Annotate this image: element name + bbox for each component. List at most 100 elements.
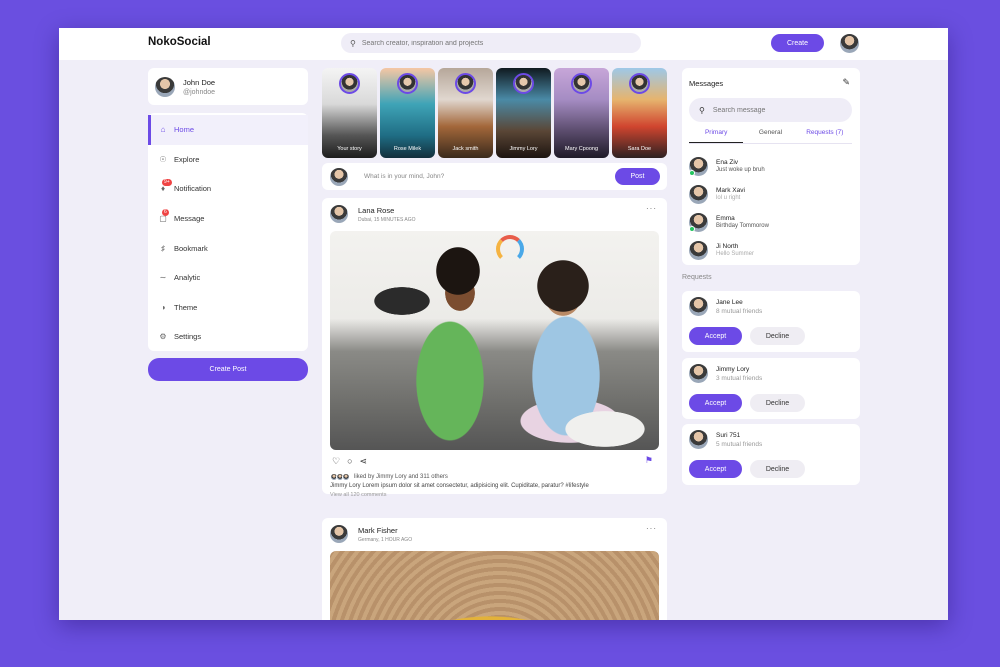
create-button[interactable]: Create [771, 34, 824, 52]
more-options-icon[interactable]: ··· [646, 204, 657, 213]
accept-button[interactable]: Accept [689, 327, 742, 345]
feed-post: Lana Rose Dubai, 15 MINUTES AGO ··· ♡ ○ … [322, 198, 667, 498]
story-label: Rose Milek [393, 146, 422, 152]
story-label: Your story [337, 146, 362, 152]
post-author[interactable]: Mark Fisher [358, 526, 412, 535]
story-card[interactable]: Mary Cpoong [554, 68, 609, 158]
message-item[interactable]: Ena Ziv Just woke up bruh [689, 152, 852, 180]
sidebar-item-settings[interactable]: ⚙ Settings [148, 322, 308, 352]
online-indicator [689, 169, 695, 176]
decline-button[interactable]: Decline [750, 394, 805, 412]
request-info: Jimmy Lory 3 mutual friends [689, 364, 762, 383]
story-label: Mary Cpoong [564, 146, 599, 152]
post-button[interactable]: Post [615, 168, 660, 185]
compose-box: What is in your mind, John? Post [322, 163, 667, 190]
post-header: Lana Rose Dubai, 15 MINUTES AGO [330, 205, 416, 223]
request-avatar[interactable] [689, 297, 708, 316]
search-bar[interactable]: ⚲ [341, 33, 641, 53]
messages-panel: Messages ✎ ⚲ Primary General Requests (7… [682, 68, 860, 265]
message-sender: Mark Xavi [716, 187, 745, 194]
sidebar-item-label: Explore [174, 154, 200, 164]
accept-button[interactable]: Accept [689, 460, 742, 478]
tab-primary[interactable]: Primary [689, 129, 744, 143]
post-author-avatar[interactable] [330, 525, 348, 543]
user-avatar[interactable] [840, 34, 859, 53]
sidebar-item-theme[interactable]: ◑ Theme [148, 293, 308, 323]
friend-request-card: Jimmy Lory 3 mutual friends Accept Declin… [682, 358, 860, 419]
logo[interactable]: NokoSocial [148, 36, 211, 48]
tab-requests[interactable]: Requests (7) [798, 129, 852, 143]
requests-title: Requests [682, 274, 712, 281]
home-icon: ⌂ [160, 125, 166, 135]
message-search[interactable]: ⚲ [689, 98, 852, 122]
accept-button[interactable]: Accept [689, 394, 742, 412]
liked-by-text: liked by Jimmy Lory and 311 others [354, 474, 448, 480]
profile-name: John Doe [183, 77, 216, 87]
search-icon: ⚲ [350, 38, 356, 48]
message-avatar [689, 240, 708, 260]
message-item[interactable]: Mark Xavi lol u right [689, 180, 852, 208]
post-image [330, 231, 659, 450]
bookmark-icon[interactable]: ⚑ [645, 455, 653, 466]
story-card[interactable]: Rose Milek [380, 68, 435, 158]
more-options-icon[interactable]: ··· [646, 524, 657, 533]
message-item[interactable]: Emma Birthday Tommorow [689, 208, 852, 236]
app-window: NokoSocial ⚲ Create John Doe @johndoe ⌂ … [59, 28, 948, 620]
sidebar-item-home[interactable]: ⌂ Home [148, 115, 308, 145]
liked-by: liked by Jimmy Lory and 311 others [330, 473, 448, 481]
sidebar-item-bookmark[interactable]: ♯ Bookmark [148, 233, 308, 263]
search-input[interactable] [361, 39, 622, 47]
sidebar-item-label: Message [174, 214, 205, 224]
messages-title: Messages [689, 79, 724, 88]
message-preview: Just woke up bruh [716, 167, 765, 173]
message-search-input[interactable] [712, 106, 843, 114]
sidebar-item-explore[interactable]: ☉ Explore [148, 145, 308, 175]
story-card[interactable]: Jack smith [438, 68, 493, 158]
story-card[interactable]: Jimmy Lory [496, 68, 551, 158]
sidebar-item-message[interactable]: ▢ 6 Message [148, 204, 308, 234]
story-card[interactable]: Your story [322, 68, 377, 158]
message-tabs: Primary General Requests (7) [689, 129, 852, 144]
post-actions: ♡ ○ ⋖ [332, 456, 367, 467]
story-avatar [455, 73, 476, 94]
bell-icon: ♦ 9+ [160, 178, 172, 194]
message-avatar [689, 212, 708, 232]
view-comments-link[interactable]: View all 120 comments [330, 492, 386, 498]
sidebar-item-label: Theme [174, 302, 198, 312]
compass-icon: ☉ [159, 154, 167, 164]
comment-icon[interactable]: ○ [347, 456, 352, 467]
message-avatar [689, 156, 708, 176]
compose-input[interactable]: What is in your mind, John? [364, 173, 615, 180]
message-item[interactable]: Ji North Hello Summer [689, 236, 852, 264]
story-card[interactable]: Sara Doe [612, 68, 667, 158]
request-avatar[interactable] [689, 364, 708, 383]
message-preview: lol u right [716, 195, 741, 201]
edit-icon[interactable]: ✎ [842, 77, 850, 88]
sidebar-item-label: Analytic [174, 273, 201, 283]
decline-button[interactable]: Decline [750, 327, 805, 345]
message-preview: Hello Summer [716, 251, 755, 257]
post-author[interactable]: Lana Rose [358, 206, 416, 215]
story-label: Jimmy Lory [509, 146, 538, 152]
profile-card[interactable]: John Doe @johndoe [148, 68, 308, 105]
share-icon[interactable]: ⋖ [360, 456, 368, 467]
chart-icon: ∼ [159, 273, 167, 283]
request-avatar[interactable] [689, 430, 708, 449]
post-caption: Jimmy Lory Lorem ipsum dolor sit amet co… [330, 483, 589, 489]
tab-general[interactable]: General [743, 129, 797, 143]
post-meta: Germany, 1 HOUR AGO [358, 536, 413, 543]
create-post-button[interactable]: Create Post [148, 358, 308, 381]
sidebar-item-analytic[interactable]: ∼ Analytic [148, 263, 308, 293]
notification-badge: 9+ [162, 178, 172, 186]
story-label: Sara Doe [627, 146, 652, 152]
sidebar-item-notification[interactable]: ♦ 9+ Notification [148, 174, 308, 204]
heart-icon[interactable]: ♡ [332, 456, 340, 467]
compose-avatar [330, 167, 348, 186]
mutual-friends: 3 mutual friends [716, 374, 763, 382]
request-name: Suri 751 [716, 431, 741, 439]
decline-button[interactable]: Decline [750, 460, 805, 478]
mutual-friends: 8 mutual friends [716, 307, 763, 315]
post-author-avatar[interactable] [330, 205, 348, 223]
post-header: Mark Fisher Germany, 1 HOUR AGO [330, 525, 412, 543]
post-meta: Dubai, 15 MINUTES AGO [358, 216, 416, 223]
